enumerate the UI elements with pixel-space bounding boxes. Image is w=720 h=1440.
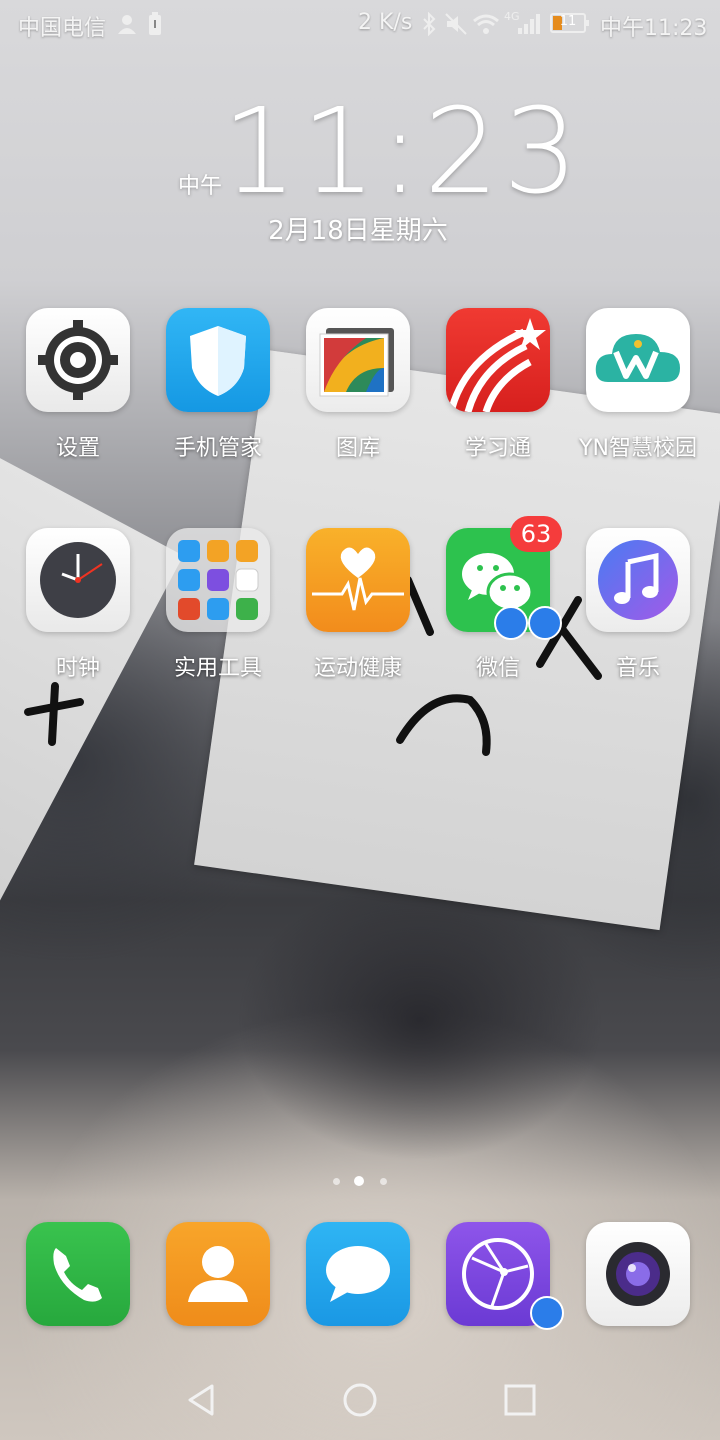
folder-icon xyxy=(166,528,270,632)
app-label: 图库 xyxy=(335,436,380,461)
notification-badge: 63 xyxy=(510,516,562,552)
app-music[interactable]: 音乐 xyxy=(568,528,708,682)
clock-time: 11:23 xyxy=(222,82,583,220)
dock-camera[interactable] xyxy=(568,1222,708,1326)
app-label: 音乐 xyxy=(615,656,660,681)
navigation-bar xyxy=(0,1360,720,1440)
bluetooth-icon xyxy=(423,12,436,36)
app-wechat[interactable]: 63 微信 xyxy=(428,516,568,682)
app-folder-tools[interactable]: 实用工具 xyxy=(148,528,288,682)
app-label: 微信 xyxy=(475,656,520,681)
app-twin-clock-icon xyxy=(530,1296,564,1330)
net-speed-label: 2 K/s xyxy=(358,10,413,35)
page-dot-active xyxy=(354,1176,364,1186)
dock-messages[interactable] xyxy=(288,1222,428,1326)
verified-check-icon xyxy=(528,606,562,640)
clock-ampm: 中午 xyxy=(178,174,223,199)
camera-icon xyxy=(586,1222,690,1326)
shield-icon xyxy=(166,308,270,412)
status-bar: 中国电信 2 K/s 4G 11 中午11:23 xyxy=(0,0,720,50)
battery-level: 11 xyxy=(559,14,577,29)
carrier-label: 中国电信 xyxy=(18,16,107,41)
app-phone-manager[interactable]: 手机管家 xyxy=(148,308,288,462)
dock-browser[interactable] xyxy=(428,1222,568,1330)
dock-contacts[interactable] xyxy=(148,1222,288,1326)
guest-user-icon xyxy=(118,15,136,34)
dock-phone[interactable] xyxy=(8,1222,148,1326)
app-label: 实用工具 xyxy=(173,656,262,681)
clock-date: 2月18日星期六 xyxy=(268,216,448,246)
cloud-w-icon xyxy=(586,308,690,412)
app-label: 时钟 xyxy=(55,656,100,681)
xuexitong-icon xyxy=(446,308,550,412)
status-time: 中午11:23 xyxy=(600,16,708,41)
music-icon xyxy=(586,528,690,632)
app-label: YN智慧校园 xyxy=(579,436,697,461)
wifi-icon xyxy=(473,14,499,34)
message-icon xyxy=(306,1222,410,1326)
app-xuexitong[interactable]: 学习通 xyxy=(428,308,568,462)
mute-icon xyxy=(445,13,467,35)
page-indicator[interactable] xyxy=(325,1175,395,1187)
recents-button[interactable] xyxy=(500,1380,540,1420)
phone-icon xyxy=(26,1222,130,1326)
app-health[interactable]: 运动健康 xyxy=(288,528,428,682)
app-label: 手机管家 xyxy=(173,436,262,461)
app-clock[interactable]: 时钟 xyxy=(8,528,148,682)
sim-battery-icon xyxy=(149,12,161,35)
app-settings[interactable]: 设置 xyxy=(8,308,148,462)
signal-icon xyxy=(518,14,540,34)
page-dot xyxy=(333,1178,340,1185)
app-gallery[interactable]: 图库 xyxy=(288,308,428,462)
clock-icon xyxy=(26,528,130,632)
app-yn-campus[interactable]: YN智慧校园 xyxy=(568,308,708,462)
page-dot xyxy=(380,1178,387,1185)
gallery-icon xyxy=(306,308,410,412)
back-button[interactable] xyxy=(182,1380,222,1420)
heart-icon xyxy=(306,528,410,632)
app-twin-clock-icon xyxy=(494,606,528,640)
app-label: 设置 xyxy=(55,436,100,461)
home-button[interactable] xyxy=(340,1380,380,1420)
settings-icon xyxy=(26,308,130,412)
contacts-icon xyxy=(166,1222,270,1326)
battery-icon: 11 xyxy=(550,13,589,33)
app-label: 学习通 xyxy=(464,436,531,461)
app-label: 运动健康 xyxy=(313,656,402,681)
